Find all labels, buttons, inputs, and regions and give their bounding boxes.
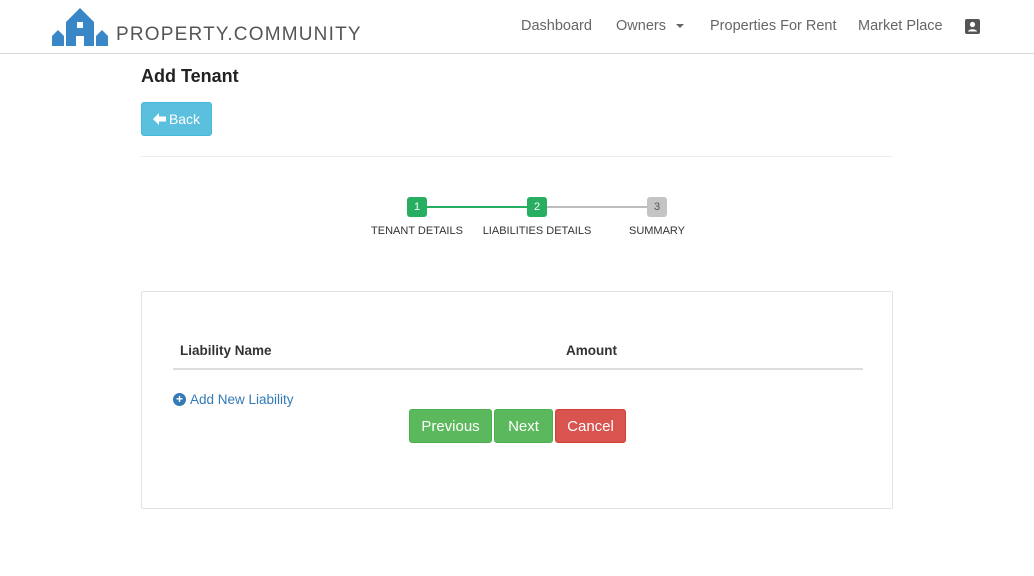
step-1-label: TENANT DETAILS — [371, 225, 463, 237]
step-2-marker: 2 — [527, 197, 547, 217]
nav-properties-for-rent[interactable]: Properties For Rent — [710, 18, 837, 34]
divider — [141, 156, 893, 157]
nav-dashboard[interactable]: Dashboard — [521, 18, 592, 34]
column-header-amount: Amount — [566, 343, 617, 358]
nav-owners-dropdown[interactable]: Owners — [616, 18, 684, 34]
add-new-liability-label: Add New Liability — [190, 392, 294, 407]
add-new-liability-link[interactable]: + Add New Liability — [173, 392, 294, 407]
back-button[interactable]: Back — [141, 102, 212, 136]
brand-logo[interactable] — [52, 6, 108, 46]
plus-circle-icon: + — [173, 393, 186, 406]
liabilities-panel: Liability Name Amount + Add New Liabilit… — [141, 291, 893, 509]
step-3-marker: 3 — [647, 197, 667, 217]
page-title: Add Tenant — [141, 66, 239, 86]
step-connector-2-3 — [546, 206, 647, 208]
cancel-button[interactable]: Cancel — [555, 409, 626, 443]
step-connector-1-2 — [426, 206, 527, 208]
back-button-label: Back — [168, 111, 201, 127]
previous-button[interactable]: Previous — [409, 409, 492, 443]
arrow-left-icon — [152, 113, 166, 125]
nav-market-place[interactable]: Market Place — [858, 18, 943, 34]
nav-owners-label: Owners — [616, 18, 666, 34]
caret-down-icon — [675, 24, 684, 29]
house-logo-icon — [52, 8, 108, 46]
step-2-label: LIABILITIES DETAILS — [482, 225, 592, 237]
brand-name[interactable]: PROPERTY.COMMUNITY — [116, 24, 362, 46]
step-1-marker: 1 — [407, 197, 427, 217]
column-header-liability-name: Liability Name — [180, 343, 272, 358]
table-header-rule — [173, 368, 863, 370]
step-3-label: SUMMARY — [628, 225, 686, 237]
top-navbar: PROPERTY.COMMUNITY Dashboard Owners Prop… — [0, 0, 1034, 54]
next-button[interactable]: Next — [494, 409, 553, 443]
account-box-icon[interactable] — [965, 19, 980, 34]
